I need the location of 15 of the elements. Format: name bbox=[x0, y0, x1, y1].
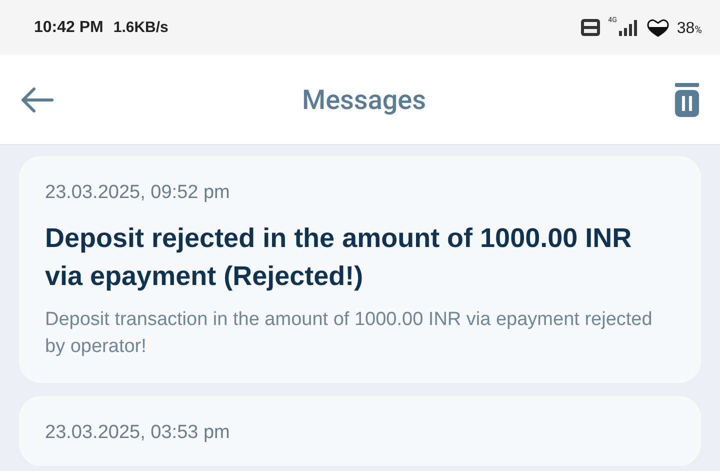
signal-icon bbox=[616, 20, 639, 36]
message-card[interactable]: 23.03.2025, 09:52 pm Deposit rejected in the amount of 1000.00 INR via epayment (Rejected!) Deposit transaction in the amount of 1000.00 INR via epayment rejected by operator! bbox=[19, 156, 701, 383]
status-time: 10:42 PM bbox=[34, 18, 104, 36]
page-title: Messages bbox=[300, 84, 428, 116]
message-card[interactable]: 23.03.2025, 03:53 pm bbox=[19, 396, 701, 466]
back-arrow-icon[interactable] bbox=[20, 86, 54, 112]
battery-unit: % bbox=[694, 24, 702, 36]
battery-icon bbox=[646, 18, 669, 36]
battery-level: 38 bbox=[676, 20, 695, 36]
message-date: 23.03.2025, 03:53 pm bbox=[45, 422, 231, 444]
message-title: Deposit rejected in the amount of 1000.00 INR via epayment (Rejected!) bbox=[45, 222, 633, 293]
trash-icon[interactable] bbox=[674, 82, 700, 116]
message-body: Deposit transaction in the amount of 1000.00 INR via epayment rejected by operator! bbox=[45, 308, 654, 360]
network-speed: 1.6KB/s bbox=[113, 19, 168, 36]
message-date: 23.03.2025, 09:52 pm bbox=[45, 182, 231, 204]
